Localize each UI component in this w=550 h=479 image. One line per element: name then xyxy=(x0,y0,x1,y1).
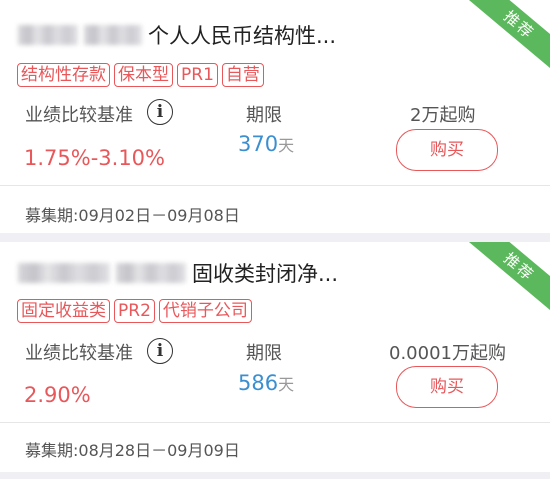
rate-value: 2.90% xyxy=(24,383,91,407)
term-unit: 天 xyxy=(278,136,295,155)
buy-button[interactable]: 购买 xyxy=(396,129,498,171)
term-value: 370天 xyxy=(238,132,294,156)
term-label: 期限 xyxy=(246,105,282,126)
blurred-title-prefix xyxy=(84,25,142,45)
product-title[interactable]: 固收类封闭净... xyxy=(18,256,338,290)
product-title-text: 固收类封闭净... xyxy=(192,262,339,286)
tag-list: 结构性存款 保本型 PR1 自营 xyxy=(17,63,264,87)
tag-list: 固定收益类 PR2 代销子公司 xyxy=(17,299,252,323)
tag: PR1 xyxy=(177,63,218,87)
tag: 自营 xyxy=(221,63,264,87)
tag: 保本型 xyxy=(114,63,173,87)
blurred-title-prefix xyxy=(18,263,110,283)
raise-period: 募集期:09月02日－09月08日 xyxy=(25,206,240,225)
min-purchase-label: 0.0001万起购 xyxy=(389,343,506,364)
tag: 固定收益类 xyxy=(17,299,110,323)
tag: 代销子公司 xyxy=(158,299,252,323)
term-unit: 天 xyxy=(278,375,295,394)
product-card[interactable]: 个人人民币结构性... 推荐 结构性存款 保本型 PR1 自营 业绩比较基准 i… xyxy=(0,0,550,233)
rate-value: 1.75%-3.10% xyxy=(24,146,166,170)
buy-button[interactable]: 购买 xyxy=(396,366,498,408)
blurred-title-prefix xyxy=(116,263,186,283)
product-title-text: 个人人民币结构性... xyxy=(148,24,337,48)
rate-label: 业绩比较基准 xyxy=(25,343,133,364)
term-days: 370 xyxy=(238,132,279,156)
blurred-title-prefix xyxy=(18,25,78,45)
divider xyxy=(0,185,550,186)
rate-label: 业绩比较基准 xyxy=(25,105,133,126)
raise-period: 募集期:08月28日－09月09日 xyxy=(25,441,240,460)
product-title[interactable]: 个人人民币结构性... xyxy=(18,18,336,52)
info-icon[interactable]: i xyxy=(147,99,173,125)
recommend-ribbon: 推荐 xyxy=(460,0,550,77)
term-label: 期限 xyxy=(246,343,282,364)
tag: PR2 xyxy=(114,299,155,323)
recommend-ribbon: 推荐 xyxy=(460,242,550,319)
product-card[interactable]: 固收类封闭净... 推荐 固定收益类 PR2 代销子公司 业绩比较基准 i 期限… xyxy=(0,242,550,472)
divider xyxy=(0,422,550,423)
term-days: 586 xyxy=(238,371,279,395)
term-value: 586天 xyxy=(238,371,294,395)
min-purchase-label: 2万起购 xyxy=(410,105,476,126)
info-icon[interactable]: i xyxy=(147,338,173,364)
tag: 结构性存款 xyxy=(17,63,110,87)
